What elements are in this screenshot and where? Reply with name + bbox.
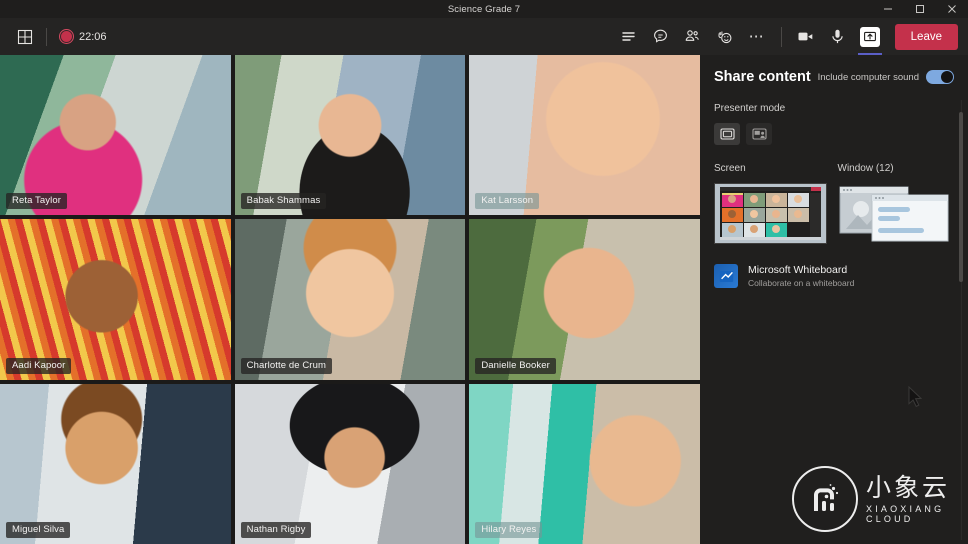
panel-scrollbar-thumb[interactable] [959,112,963,282]
chat-icon[interactable] [646,23,676,51]
participant-tile[interactable]: Aadi Kapoor [0,219,231,379]
meeting-notes-icon[interactable] [614,23,644,51]
participant-name: Hilary Reyes [475,522,542,538]
screen-label: Screen [714,163,831,174]
screen-column: Screen [714,163,831,244]
recording-indicator: 22:06 [53,23,113,51]
window-column: Window (12) [838,163,955,244]
presenter-mode-standout-icon[interactable] [746,123,772,145]
share-screen-icon[interactable] [860,27,880,47]
presenter-mode-label: Presenter mode [714,103,954,114]
more-options-icon[interactable]: ⋯ [742,23,772,51]
microsoft-whiteboard-icon [714,264,738,288]
participant-tile[interactable]: Hilary Reyes [469,384,700,544]
record-dot-icon [59,29,74,44]
participant-name: Reta Taylor [6,193,67,209]
toolbar-divider-right [781,27,782,47]
video-stage: Reta Taylor Babak Shammas Kat Larsson Aa… [0,55,700,544]
more-options-dots: ⋯ [749,33,765,41]
participant-name: Aadi Kapoor [6,358,71,374]
watermark-text: 小象云 XIAOXIANG CLOUD [866,475,964,524]
participant-tile[interactable]: Miguel Silva [0,384,231,544]
participant-tile[interactable]: Danielle Booker [469,219,700,379]
minimize-button[interactable] [872,0,904,18]
grid-view-icon[interactable] [10,23,40,51]
participant-tile[interactable]: Reta Taylor [0,55,231,215]
participant-tile[interactable]: Nathan Rigby [235,384,466,544]
mouse-cursor [908,386,924,413]
share-panel-title: Share content [714,69,811,85]
presenter-mode-content-only-icon[interactable] [714,123,740,145]
participant-name: Kat Larsson [475,193,539,209]
screen-thumbnail[interactable] [714,183,827,244]
whiteboard-title: Microsoft Whiteboard [748,264,854,276]
participant-grid: Reta Taylor Babak Shammas Kat Larsson Aa… [0,55,700,544]
leave-button[interactable]: Leave [895,24,958,50]
participant-tile[interactable]: Charlotte de Crum [235,219,466,379]
watermark-cn: 小象云 [866,475,964,500]
share-panel-header: Share content Include computer sound [714,69,954,85]
toggle-knob [941,71,953,83]
people-icon[interactable] [678,23,708,51]
title-bar: Science Grade 7 [0,0,968,18]
include-computer-sound-label: Include computer sound [818,72,919,83]
share-sources-row: Screen [714,163,954,244]
microsoft-whiteboard-item[interactable]: Microsoft Whiteboard Collaborate on a wh… [714,264,954,288]
maximize-button[interactable] [904,0,936,18]
window-title: Science Grade 7 [448,4,520,15]
include-computer-sound-control[interactable]: Include computer sound [818,70,954,84]
elephant-logo-icon [792,466,858,532]
window-thumbnail[interactable] [838,183,951,244]
window-controls [872,0,968,18]
participant-name: Nathan Rigby [241,522,312,538]
presenter-mode-options [714,123,954,145]
participant-name: Charlotte de Crum [241,358,332,374]
toolbar-divider-left [46,28,47,46]
share-screen-button[interactable] [855,20,885,54]
reactions-icon[interactable] [710,23,740,51]
participant-name: Babak Shammas [241,193,327,209]
participant-name: Miguel Silva [6,522,70,538]
participant-tile[interactable]: Kat Larsson [469,55,700,215]
microphone-icon[interactable] [823,23,853,51]
participant-name: Danielle Booker [475,358,556,374]
watermark: 小象云 XIAOXIANG CLOUD [792,458,964,540]
camera-icon[interactable] [791,23,821,51]
teams-meeting-window: Science Grade 7 22:06 [0,0,968,544]
whiteboard-text: Microsoft Whiteboard Collaborate on a wh… [748,264,854,288]
close-button[interactable] [936,0,968,18]
meeting-toolbar: 22:06 [0,18,968,55]
include-computer-sound-toggle[interactable] [926,70,954,84]
whiteboard-subtitle: Collaborate on a whiteboard [748,278,854,288]
window-label: Window (12) [838,163,955,174]
watermark-en: XIAOXIANG CLOUD [866,504,964,524]
recording-time: 22:06 [79,31,107,43]
participant-tile[interactable]: Babak Shammas [235,55,466,215]
